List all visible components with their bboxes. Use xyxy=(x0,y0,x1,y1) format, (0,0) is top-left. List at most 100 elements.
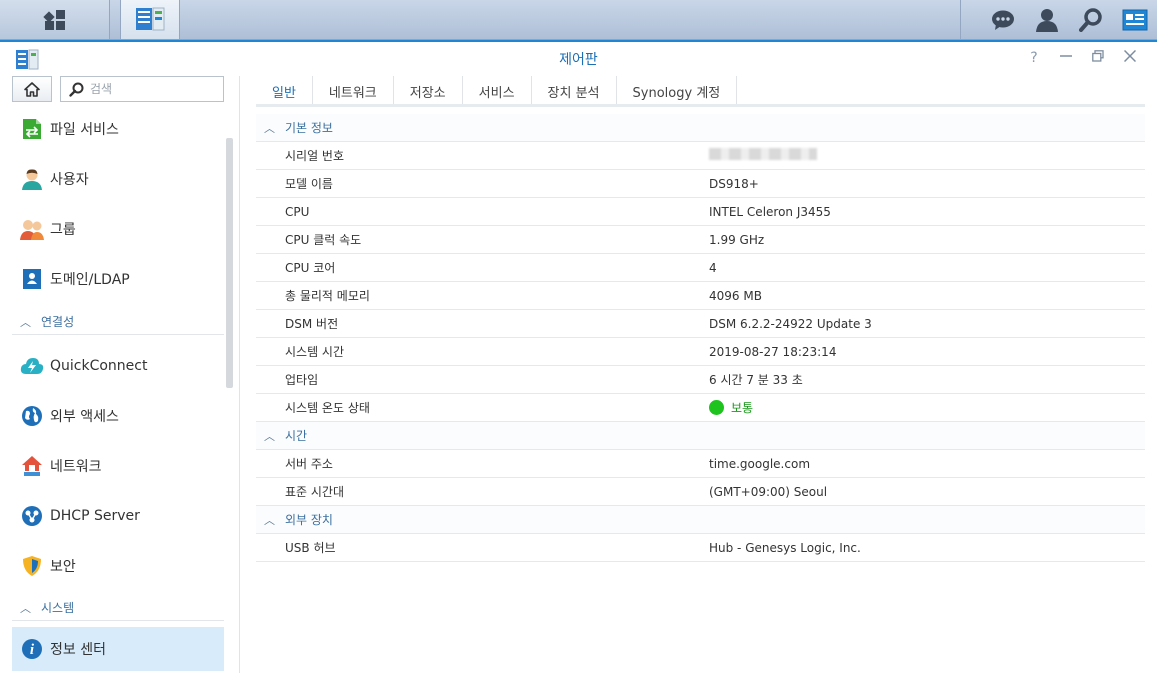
info-row: CPU 코어 4 xyxy=(256,254,1145,282)
tab-network[interactable]: 네트워크 xyxy=(313,76,394,106)
tab-synology-account[interactable]: Synology 계정 xyxy=(617,76,738,106)
info-row: CPU INTEL Celeron J3455 xyxy=(256,198,1145,226)
info-row: CPU 클럭 속도 1.99 GHz xyxy=(256,226,1145,254)
shield-icon xyxy=(20,554,44,578)
window-titlebar[interactable]: 제어판 ? xyxy=(0,40,1157,76)
control-panel-icon xyxy=(136,7,165,30)
section-title: 기본 정보 xyxy=(285,121,333,135)
info-value: 4096 MB xyxy=(709,288,762,303)
sidebar-item-info-center[interactable]: i 정보 센터 xyxy=(12,627,224,671)
sidebar-item-security[interactable]: 보안 xyxy=(12,544,224,588)
section-title: 시간 xyxy=(285,429,308,443)
sidebar-item-label: DHCP Server xyxy=(50,508,140,524)
info-row: 모델 이름 DS918+ xyxy=(256,170,1145,198)
chevron-up-icon: ︿ xyxy=(20,601,31,615)
info-key: 시리얼 번호 xyxy=(285,149,345,163)
info-value: 4 xyxy=(709,260,717,275)
info-value: (GMT+09:00) Seoul xyxy=(709,484,828,499)
sidebar-item-dhcp-server[interactable]: DHCP Server xyxy=(12,494,224,538)
sidebar-item-users[interactable]: 사용자 xyxy=(12,157,224,201)
dhcp-server-icon xyxy=(20,504,44,528)
window-title: 제어판 xyxy=(559,52,598,68)
info-row: 총 물리적 메모리 4096 MB xyxy=(256,282,1145,310)
info-key: 시스템 시간 xyxy=(285,345,345,359)
main-menu-icon xyxy=(42,9,65,30)
sidebar-item-external-access[interactable]: 외부 액세스 xyxy=(12,394,224,438)
info-value: DS918+ xyxy=(709,176,759,191)
sidebar-item-label: 보안 xyxy=(50,559,76,575)
serial-number-value xyxy=(709,148,1145,163)
sidebar-item-label: QuickConnect xyxy=(50,358,148,374)
section-header-external-devices[interactable]: ︿ 외부 장치 xyxy=(256,506,1145,534)
taskbar-control-panel-button[interactable] xyxy=(120,0,180,39)
tab-device-analytics[interactable]: 장치 분석 xyxy=(532,76,617,106)
home-button[interactable] xyxy=(12,76,52,102)
section-title: 외부 장치 xyxy=(285,513,333,527)
global-search-button[interactable] xyxy=(1069,0,1113,39)
tab-services[interactable]: 서비스 xyxy=(463,76,532,106)
info-row: DSM 버전 DSM 6.2.2-24922 Update 3 xyxy=(256,310,1145,338)
user-account-button[interactable] xyxy=(1025,0,1069,39)
help-button[interactable]: ? xyxy=(1025,49,1043,67)
info-key: 모델 이름 xyxy=(285,177,333,191)
chevron-up-icon: ︿ xyxy=(264,429,275,443)
external-access-icon xyxy=(20,404,44,428)
info-key: CPU xyxy=(285,204,310,219)
notifications-button[interactable] xyxy=(981,0,1025,39)
sidebar-group-connectivity[interactable]: ︿ 연결성 xyxy=(12,309,224,335)
sidebar-item-label: 사용자 xyxy=(50,172,89,188)
info-key: 총 물리적 메모리 xyxy=(285,289,370,303)
sidebar-item-network[interactable]: 네트워크 xyxy=(12,444,224,488)
tab-general[interactable]: 일반 xyxy=(256,76,313,107)
info-row: USB 허브 Hub - Genesys Logic, Inc. xyxy=(256,534,1145,562)
user-icon xyxy=(20,167,44,191)
sidebar-search[interactable] xyxy=(60,76,224,102)
sidebar-scrollbar[interactable] xyxy=(226,138,233,388)
info-row: 서버 주소 time.google.com xyxy=(256,450,1145,478)
info-value: 6 시간 7 분 33 초 xyxy=(709,373,803,387)
redacted-serial xyxy=(709,148,817,160)
sidebar-item-label: 외부 액세스 xyxy=(50,409,119,425)
search-icon xyxy=(69,82,84,97)
sidebar-item-domain-ldap[interactable]: 도메인/LDAP xyxy=(12,257,224,301)
info-key: USB 허브 xyxy=(285,541,336,555)
tab-storage[interactable]: 저장소 xyxy=(394,76,463,106)
group-icon xyxy=(20,217,44,241)
info-icon: i xyxy=(20,637,44,661)
status-text: 보통 xyxy=(731,401,754,415)
close-button[interactable] xyxy=(1121,49,1139,67)
tray-separator xyxy=(960,0,961,39)
sidebar-item-quickconnect[interactable]: QuickConnect xyxy=(12,344,224,388)
sidebar-item-groups[interactable]: 그룹 xyxy=(12,207,224,251)
chevron-up-icon: ︿ xyxy=(264,121,275,135)
sidebar-item-label: 도메인/LDAP xyxy=(50,272,130,288)
chevron-up-icon: ︿ xyxy=(264,513,275,527)
sidebar-item-label: 네트워크 xyxy=(50,459,102,475)
info-key: 서버 주소 xyxy=(285,457,333,471)
widgets-button[interactable] xyxy=(1113,0,1157,39)
sidebar-item-label: 그룹 xyxy=(50,222,76,238)
search-input[interactable] xyxy=(90,82,210,96)
section-header-time[interactable]: ︿ 시간 xyxy=(256,422,1145,450)
taskbar xyxy=(0,0,1157,40)
info-row: 시리얼 번호 xyxy=(256,142,1145,170)
minimize-button[interactable] xyxy=(1057,49,1075,67)
quickconnect-icon xyxy=(20,354,44,378)
temperature-status: 보통 xyxy=(709,399,1145,416)
sidebar-item-label: 파일 서비스 xyxy=(50,122,119,138)
sidebar-group-system[interactable]: ︿ 시스템 xyxy=(12,595,224,621)
file-services-icon xyxy=(20,117,44,141)
info-value: INTEL Celeron J3455 xyxy=(709,204,831,219)
info-row: 시스템 온도 상태 보통 xyxy=(256,394,1145,422)
main-menu-button[interactable] xyxy=(0,0,110,39)
info-value: 1.99 GHz xyxy=(709,232,765,247)
chevron-up-icon: ︿ xyxy=(20,315,31,329)
widgets-icon xyxy=(1122,9,1148,30)
sidebar-item-file-services[interactable]: 파일 서비스 xyxy=(12,107,224,151)
section-header-basic-info[interactable]: ︿ 기본 정보 xyxy=(256,114,1145,142)
info-value: time.google.com xyxy=(709,456,811,471)
info-value: DSM 6.2.2-24922 Update 3 xyxy=(709,316,872,331)
restore-button[interactable] xyxy=(1089,49,1107,67)
sidebar: 파일 서비스 사용자 그룹 도메인/LDAP ︿ 연결성 QuickConnec… xyxy=(0,76,240,673)
info-key: 업타임 xyxy=(285,373,319,387)
